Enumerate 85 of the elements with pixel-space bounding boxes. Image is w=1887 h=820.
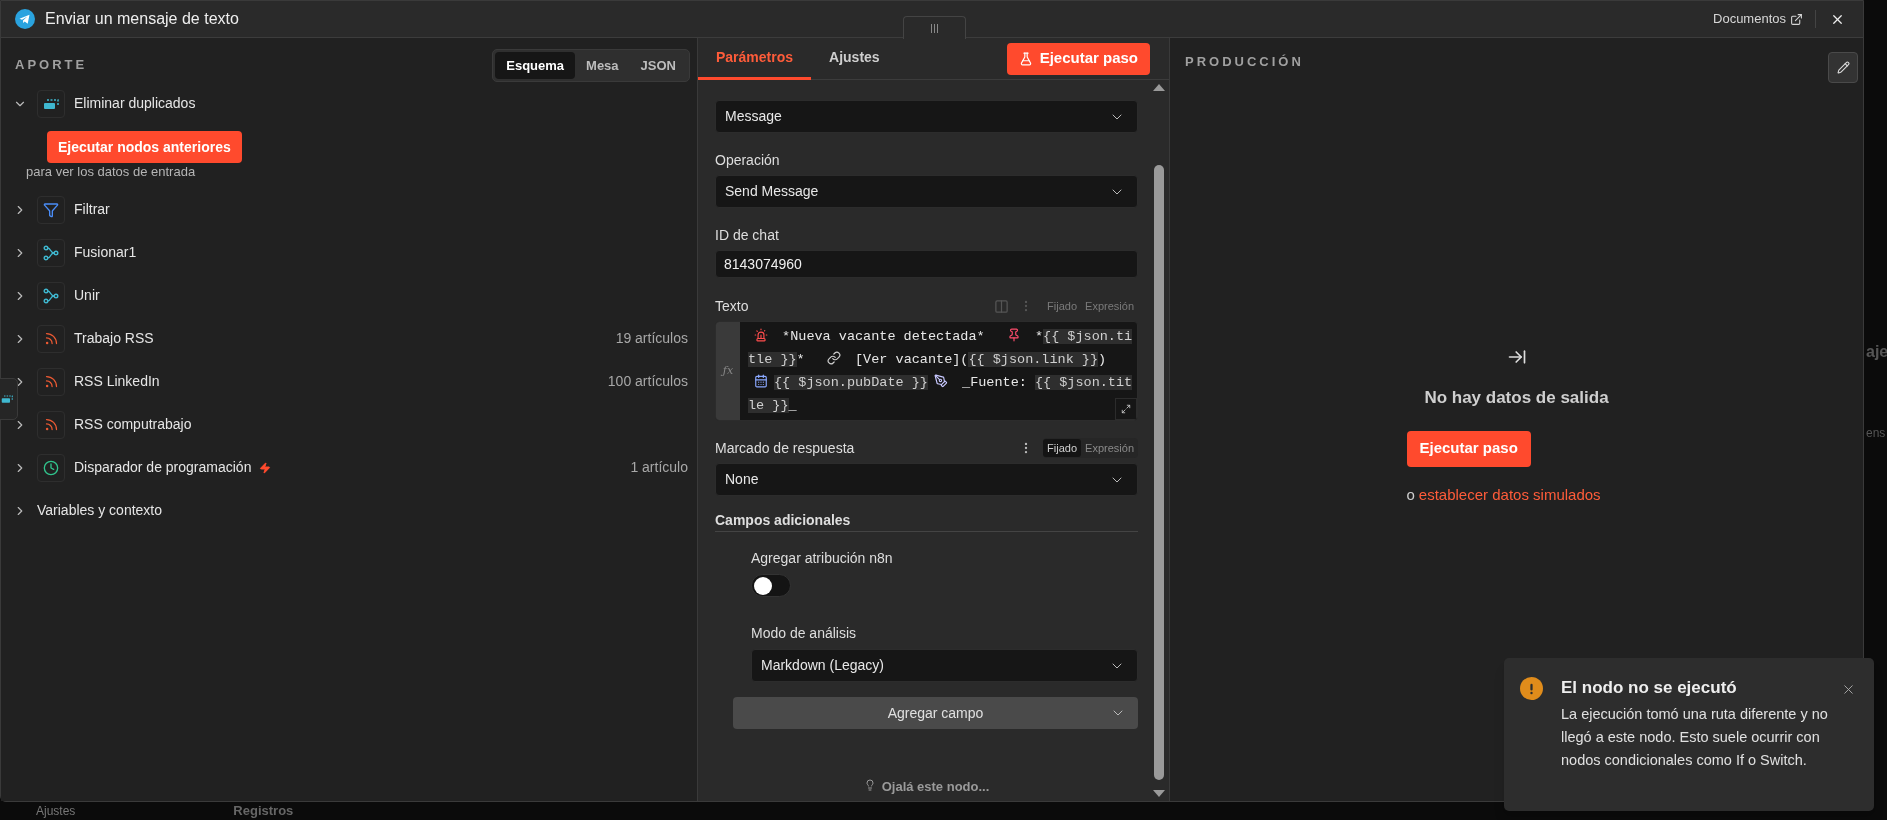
hint-text: o — [1406, 484, 1415, 505]
calendar-icon — [754, 374, 768, 388]
rss-icon — [43, 374, 59, 389]
code-text: * — [796, 352, 806, 367]
node-name[interactable]: RSS computrabajo — [74, 414, 192, 435]
code-text: * — [1033, 329, 1044, 344]
drag-handle[interactable] — [903, 16, 966, 39]
flask-icon — [1018, 51, 1033, 66]
field-label: Texto — [715, 296, 749, 316]
node-name[interactable]: Disparador de programación — [74, 457, 252, 478]
item-count: 19 artículos — [615, 329, 688, 348]
filter-icon — [43, 201, 59, 218]
field-label: Operación — [715, 150, 780, 170]
dropdown-select[interactable]: Send Message — [715, 175, 1138, 208]
item-count: 100 artículos — [607, 372, 688, 391]
node-name[interactable]: Unir — [74, 285, 100, 306]
code-text: ) — [1098, 352, 1107, 367]
siren-icon — [754, 328, 768, 342]
background-text: aje — [1866, 342, 1887, 362]
mode-option[interactable]: Expresión — [1081, 439, 1138, 457]
view-tab[interactable]: JSON — [629, 52, 687, 79]
code-text: [Ver vacante]( — [854, 352, 969, 367]
panel-title: PRODUCCIÓN — [1185, 52, 1304, 71]
toast-title: El nodo no se ejecutó — [1561, 677, 1738, 699]
background-text: ens — [1866, 425, 1887, 442]
node-name[interactable]: Eliminar duplicados — [74, 93, 196, 114]
close-icon[interactable] — [1841, 682, 1856, 697]
node-name[interactable]: RSS LinkedIn — [74, 371, 160, 392]
expand-icon[interactable] — [1121, 404, 1131, 414]
chat-id-field[interactable]: 8143074960 — [715, 250, 1138, 278]
edit-button[interactable] — [1828, 52, 1858, 83]
link-icon — [826, 351, 841, 365]
mode-switch[interactable]: Fijado Expresión — [1043, 438, 1138, 458]
pushpin-icon — [1006, 328, 1021, 342]
merge-icon — [43, 244, 59, 261]
node-name[interactable]: Variables y contexto — [37, 500, 163, 521]
view-tab[interactable]: Mesa — [575, 52, 630, 79]
docs-link[interactable]: Documentos — [1713, 9, 1786, 29]
field-label: Agregar atribución n8n — [751, 549, 894, 568]
toast-message: La ejecución tomó una ruta diferente y no llegó a este nodo. Esto suele ocurrir con nodos condicionales como If o Switch. — [1561, 705, 1829, 770]
node-name[interactable]: Trabajo RSS — [74, 328, 154, 349]
dropdown-select[interactable]: Message — [715, 100, 1138, 133]
expression-token: {{ $json.pubDate }} — [774, 375, 928, 390]
view-tab[interactable]: Esquema — [495, 52, 576, 79]
pen-icon — [933, 374, 948, 388]
item-count: 1 artículo — [630, 458, 688, 477]
node-name[interactable]: Fusionar1 — [74, 242, 137, 263]
field-label: ID de chat — [715, 225, 779, 245]
code-text: _ — [788, 398, 797, 413]
code-text: _Fuente: — [961, 375, 1028, 390]
dialog-title: Enviar un mensaje de texto — [45, 9, 239, 29]
function-icon: ƒx — [722, 362, 734, 380]
external-link-icon[interactable] — [1790, 12, 1803, 26]
panel-tab[interactable]: Parámetros — [698, 37, 812, 80]
clock-icon — [43, 459, 59, 476]
run-hint: para ver los datos de entrada — [26, 163, 197, 181]
field-label: Modo de análisis — [751, 624, 858, 643]
expression-editor[interactable]: ƒx *Nueva vacante detectada* *{{ $json.title }}* [Ver vacante]({{ $json.link }}) {{ $json.pubDate }} _Fuente: {{ $json.title }}_ — [715, 321, 1138, 421]
paper-plane-logo-icon — [15, 9, 35, 29]
node-name[interactable]: Filtrar — [74, 199, 110, 220]
rss-icon — [43, 417, 59, 432]
empty-title: No hay datos de salida — [1424, 388, 1609, 407]
side-tab[interactable] — [0, 378, 18, 420]
mock-data-link[interactable]: establecer datos simulados — [1418, 483, 1601, 506]
merge-icon — [43, 287, 59, 304]
stacked-cards-icon — [1, 393, 13, 405]
dropdown-select[interactable]: Markdown (Legacy) — [751, 649, 1138, 682]
sidebar-item[interactable]: Ajustes — [36, 802, 76, 820]
feedback-link[interactable]: Ojalá este nodo... — [881, 777, 990, 797]
mode-option[interactable]: Fijado — [1043, 439, 1082, 457]
pencil-icon — [1836, 61, 1850, 74]
section-title: Campos adicionales — [715, 510, 1138, 532]
toggle-switch[interactable] — [751, 574, 791, 597]
panel-title: APORTE — [15, 55, 88, 74]
expand-button[interactable] — [1115, 398, 1137, 420]
field-label: Marcado de respuesta — [715, 438, 855, 458]
panel-tab[interactable]: Ajustes — [811, 37, 898, 80]
rss-icon — [43, 331, 59, 346]
expression-token: {{ $json.link }} — [968, 352, 1099, 367]
lightbulb-icon — [863, 779, 876, 791]
code-text: *Nueva vacante detectada* — [781, 329, 986, 344]
dropdown-select[interactable]: None — [715, 463, 1138, 496]
add-field-button[interactable]: Agregar campo — [733, 697, 1138, 729]
exclamation-icon — [1530, 682, 1533, 695]
output-arrow-icon — [1506, 347, 1527, 367]
